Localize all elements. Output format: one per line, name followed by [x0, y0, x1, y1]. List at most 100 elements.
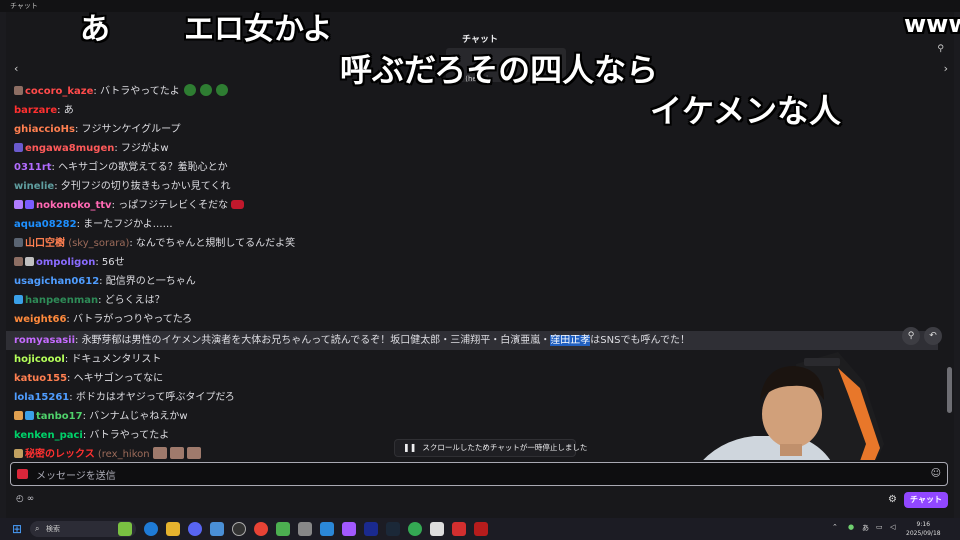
chat-message: tanbo17: バンナムじゃねえかw: [14, 407, 188, 426]
taskbar-clock[interactable]: 9:16 2025/09/18: [906, 520, 941, 538]
edge-icon[interactable]: [144, 522, 158, 536]
chat-message: cocoro_kaze: バトラやってたよ: [14, 82, 228, 101]
emote-icon: [231, 200, 245, 209]
chat-input-placeholder: メッセージを送信: [36, 471, 116, 482]
chat-username[interactable]: 0311rt: [14, 162, 52, 173]
chat-paused-notice[interactable]: ❚❚ スクロールしたためチャットが一時停止しました: [394, 439, 587, 457]
overlay-caption: イケメンな人: [650, 92, 842, 130]
chat-username[interactable]: usagichan0612: [14, 276, 99, 287]
pin-icon[interactable]: ⚲: [902, 327, 920, 345]
chat-text: バトラやってたよ: [89, 430, 170, 441]
badge-icon: [25, 411, 34, 420]
microphone-icon[interactable]: ●: [848, 523, 854, 531]
badge-icon: [14, 238, 23, 247]
chat-message: usagichan0612: 配信界のと一ちゃん: [14, 276, 196, 287]
chat-username[interactable]: aqua08282: [14, 219, 77, 230]
stream-indicator-icon: [17, 469, 28, 479]
chat-title: チャット: [462, 35, 498, 45]
badge-icon: [14, 295, 23, 304]
emoji-icon[interactable]: ☺: [931, 468, 941, 479]
chat-username[interactable]: 山口空樹: [25, 238, 65, 249]
chat-username[interactable]: engawa8mugen: [25, 143, 114, 154]
chat-username[interactable]: ghiaccioHs: [14, 124, 75, 135]
overlay-caption: 呼ぶだろその四人なら: [340, 51, 659, 89]
chat-message: weight66: バトラがっつりやってたろ: [14, 314, 193, 325]
reply-icon[interactable]: ↶: [924, 327, 942, 345]
chat-message-input[interactable]: メッセージを送信 ☺: [10, 462, 948, 486]
folder-icon[interactable]: [166, 522, 180, 536]
chat-send-button[interactable]: チャット: [904, 492, 948, 508]
chat-message: 0311rt: ヘキサゴンの歌覚えてる？羞恥心とか: [14, 162, 228, 173]
chat-scrollbar[interactable]: [947, 367, 952, 413]
chat-text: 永野芽郁は男性のイケメン共演者を大体お兄ちゃんって読んでるぞ！坂口健太郎・三浦翔…: [81, 335, 551, 346]
app-icon[interactable]: [430, 522, 444, 536]
chat-message: barzare: あ: [14, 105, 74, 116]
chat-text: まーたフジかよ……: [83, 219, 173, 230]
chat-username[interactable]: katuo155: [14, 373, 67, 384]
chat-handle: (sky_sorara): [68, 238, 130, 249]
obs-icon[interactable]: [232, 522, 246, 536]
app-icon[interactable]: [320, 522, 334, 536]
app-icon[interactable]: [474, 522, 488, 536]
channel-points-value: ∞: [26, 494, 35, 504]
badge-icon: [25, 200, 34, 209]
app-icon[interactable]: [452, 522, 466, 536]
chat-text: どらくえは？: [104, 295, 165, 306]
minecraft-icon[interactable]: [276, 522, 290, 536]
chat-username[interactable]: hojicoool: [14, 354, 65, 365]
chat-username[interactable]: winelie: [14, 181, 54, 192]
chat-text: はSNSでも呼んでた！: [590, 335, 690, 346]
network-icon[interactable]: ▭: [876, 523, 883, 531]
clock-time: 9:16: [916, 521, 931, 528]
ime-indicator[interactable]: あ: [862, 523, 869, 533]
app-icon[interactable]: [118, 522, 132, 536]
chat-username[interactable]: barzare: [14, 105, 57, 116]
chat-username[interactable]: lola15261: [14, 392, 69, 403]
channel-points[interactable]: ◴ ∞: [16, 494, 34, 504]
chat-username[interactable]: cocoro_kaze: [25, 86, 93, 97]
tray-chevron-up-icon[interactable]: ⌃: [832, 523, 838, 531]
chat-message: nokonoko_ttv: っぱフジテレビくそだな: [14, 196, 245, 215]
discord-icon[interactable]: [188, 522, 202, 536]
chat-message: winelie: 夕刊フジの切り抜きもっかい見てくれ: [14, 181, 231, 192]
chrome-profile-icon[interactable]: [408, 522, 422, 536]
chat-text: バンナムじゃねえかw: [89, 411, 188, 422]
gear-icon[interactable]: ⚙: [888, 494, 897, 505]
chat-text: フジがよw: [120, 143, 169, 154]
chat-message: lola15261: ボドカはオヤジって呼ぶタイプだろ: [14, 392, 235, 403]
chat-message: 山口空樹 (sky_sorara): なんでちゃんと規制してるんだよ笑: [14, 234, 295, 253]
chat-username[interactable]: romyasasii: [14, 335, 75, 346]
chat-username[interactable]: kenken_paci: [14, 430, 83, 441]
chat-username[interactable]: tanbo17: [36, 411, 83, 422]
volume-icon[interactable]: ◁: [890, 523, 895, 531]
chat-message: hojicoool: ドキュメンタリスト: [14, 354, 162, 365]
chat-username[interactable]: 秘密のレックス: [25, 449, 95, 460]
badge-icon: [14, 86, 23, 95]
badge-icon: [14, 449, 23, 458]
emote-icon: [169, 447, 184, 459]
app-icon[interactable]: [364, 522, 378, 536]
chat-username[interactable]: hanpeenman: [25, 295, 98, 306]
badge-icon: [14, 143, 23, 152]
chat-paused-text: スクロールしたためチャットが一時停止しました: [422, 443, 588, 452]
chat-text: バトラがっつりやってたろ: [72, 314, 193, 325]
chevron-left-icon[interactable]: ‹: [14, 62, 18, 75]
chrome-icon[interactable]: [254, 522, 268, 536]
right-desktop-strip: [954, 12, 960, 518]
chat-username[interactable]: nokonoko_ttv: [36, 200, 112, 211]
notepad-icon[interactable]: [210, 522, 224, 536]
badge-icon: [25, 257, 34, 266]
user-list-icon[interactable]: ⚲: [937, 44, 944, 54]
emote-icon: [183, 84, 196, 96]
chat-username[interactable]: ompoligon: [36, 257, 95, 268]
chat-text: フジサンケイグループ: [81, 124, 181, 135]
chat-username[interactable]: weight66: [14, 314, 66, 325]
chevron-right-icon[interactable]: ›: [944, 62, 948, 75]
windows-start-icon[interactable]: ⊞: [10, 522, 24, 536]
selected-text: 窪田正孝: [550, 335, 591, 346]
app-icon[interactable]: [298, 522, 312, 536]
steam-icon[interactable]: [386, 522, 400, 536]
chat-message: aqua08282: まーたフジかよ……: [14, 219, 173, 230]
app-icon[interactable]: [342, 522, 356, 536]
chat-text: ドキュメンタリスト: [71, 354, 162, 365]
